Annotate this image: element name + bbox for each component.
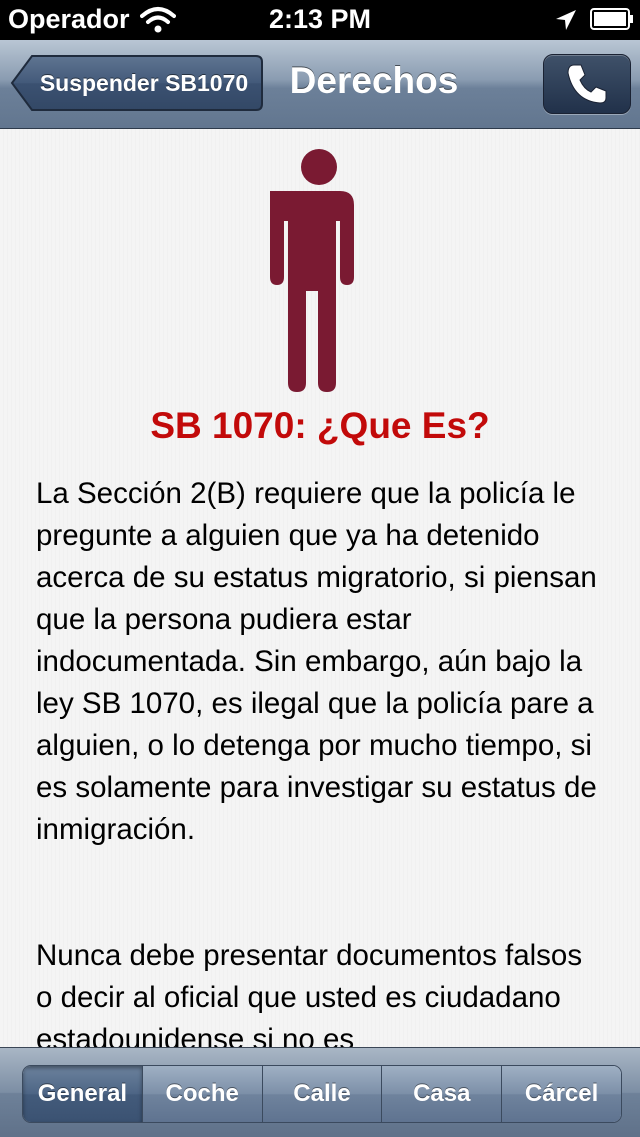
call-button[interactable] (543, 54, 631, 114)
paragraph-intro: La Sección 2(B) requiere que la policía … (36, 477, 597, 846)
back-button-label: Suspender SB1070 (39, 69, 249, 96)
tab-carcel[interactable]: Cárcel (501, 1066, 621, 1122)
status-bar: Operador 2:13 PM (0, 0, 640, 40)
tab-coche[interactable]: Coche (141, 1066, 262, 1122)
tab-general[interactable]: General (23, 1066, 142, 1122)
clock: 2:13 PM (268, 4, 372, 34)
navigation-bar: Suspender SB1070 Derechos (0, 40, 640, 129)
person-icon (270, 149, 354, 392)
phone-icon (567, 64, 607, 104)
section-title: SB 1070: ¿Que Es? (150, 405, 490, 446)
page-title: Derechos (289, 60, 459, 101)
paragraph-warning: Nunca debe presentar documentos falsos o… (36, 939, 583, 1047)
segmented-control: General Coche Calle Casa Cárcel (22, 1065, 622, 1123)
tab-bar: General Coche Calle Casa Cárcel (0, 1047, 640, 1137)
content-area[interactable]: SB 1070: ¿Que Es? La Sección 2(B) requie… (0, 129, 640, 1047)
location-icon (556, 10, 576, 30)
back-button[interactable]: Suspender SB1070 (10, 54, 264, 112)
battery-icon (590, 8, 633, 30)
tab-calle[interactable]: Calle (261, 1066, 382, 1122)
tab-casa[interactable]: Casa (381, 1066, 502, 1122)
